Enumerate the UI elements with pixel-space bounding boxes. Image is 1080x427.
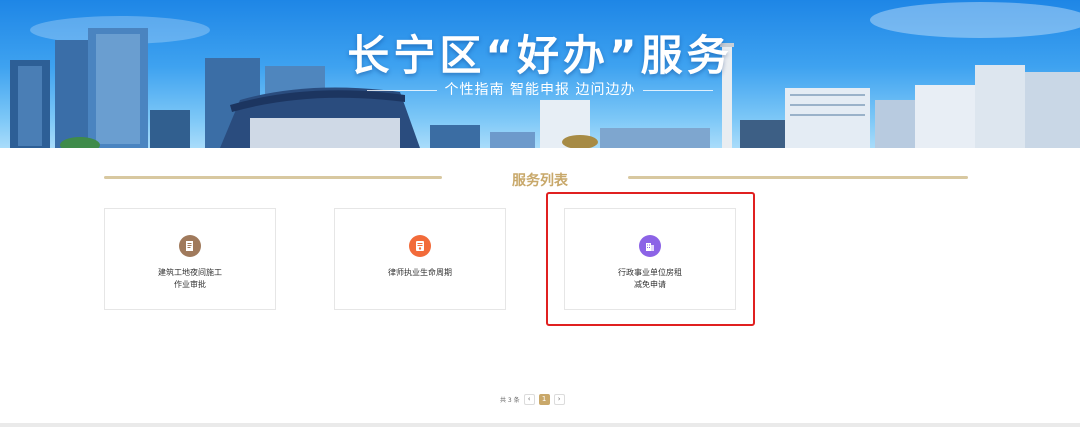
subtitle-line-right bbox=[643, 89, 714, 91]
hero-banner: 长宁区“好办”服务 个性指南 智能申报 边问边办 bbox=[0, 0, 1080, 148]
banner-title: 长宁区“好办”服务 bbox=[347, 31, 733, 80]
service-card-lawyer-lifecycle[interactable]: 律师执业生命周期 bbox=[334, 208, 506, 310]
next-page-button[interactable]: › bbox=[553, 393, 565, 405]
prev-page-button[interactable]: ‹ bbox=[523, 393, 535, 405]
pagination-total: 共 3 条 bbox=[500, 396, 520, 404]
document-icon bbox=[179, 235, 201, 257]
section-title: 服务列表 bbox=[512, 173, 568, 189]
banner-subtitle-text: 个性指南 智能申报 边问边办 bbox=[444, 82, 636, 98]
service-card-construction-night-work[interactable]: 建筑工地夜间施工 作业审批 bbox=[104, 208, 276, 310]
selection-highlight-box bbox=[546, 192, 755, 326]
page-bottom-bar bbox=[0, 423, 1080, 427]
page-number-button[interactable]: 1 bbox=[538, 393, 550, 405]
section-divider-right bbox=[628, 176, 968, 179]
banner-subtitle: 个性指南 智能申报 边问边办 bbox=[0, 79, 1080, 99]
section-divider-left bbox=[104, 176, 442, 179]
service-card-label: 律师执业生命周期 bbox=[388, 268, 452, 277]
subtitle-line-left bbox=[366, 89, 437, 91]
id-card-icon bbox=[409, 235, 431, 257]
pagination: 共 3 条 ‹ 1 › bbox=[500, 393, 565, 405]
service-card-label: 建筑工地夜间施工 作业审批 bbox=[158, 268, 222, 289]
